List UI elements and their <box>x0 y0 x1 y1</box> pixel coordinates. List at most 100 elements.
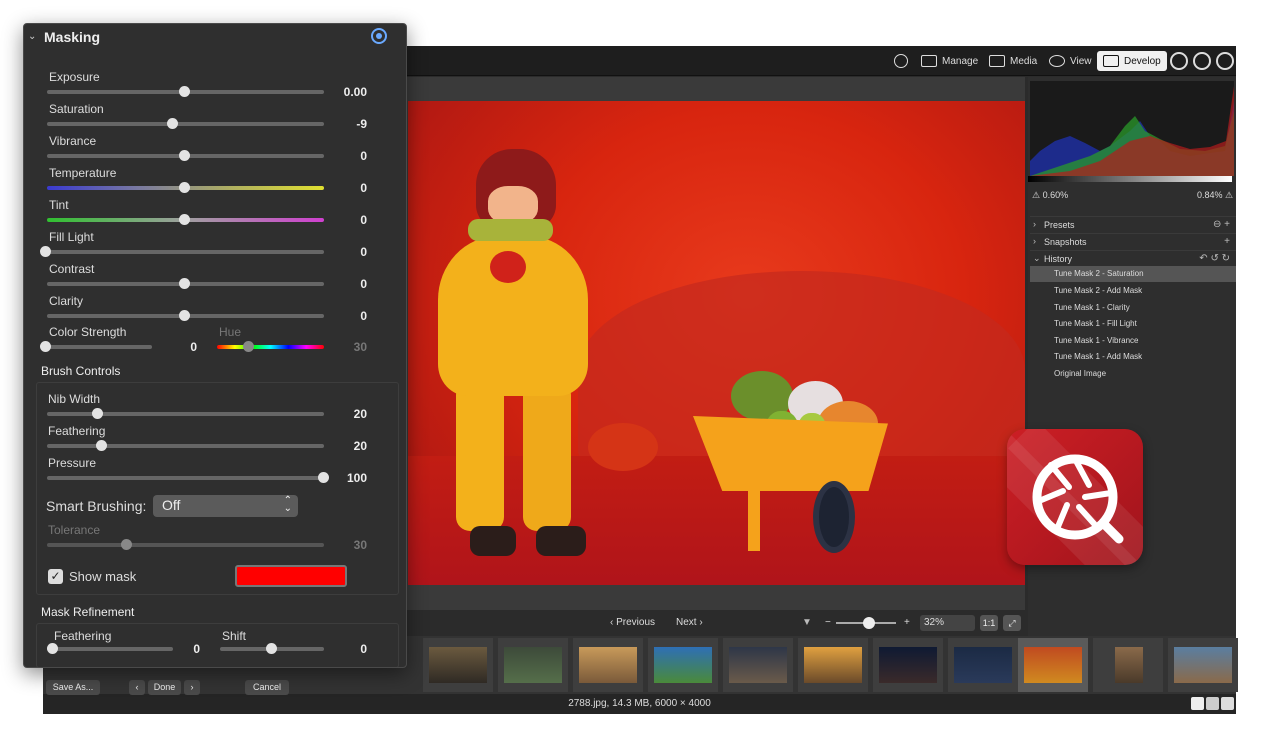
color-strength-knob[interactable] <box>40 341 51 352</box>
reject-flag-icon[interactable] <box>1191 697 1204 710</box>
done-button[interactable]: Done <box>148 680 181 695</box>
zoom-in-icon[interactable]: + <box>904 617 910 628</box>
section-history[interactable]: ⌄ History ↶ ↺ ↻ <box>1030 250 1236 266</box>
zoom-slider-knob[interactable] <box>863 617 875 629</box>
mode-develop-button[interactable]: Develop <box>1097 51 1167 71</box>
save-as-button[interactable]: Save As... <box>46 680 100 695</box>
filmstrip-thumbnail[interactable] <box>948 638 1018 692</box>
smart-brushing-select[interactable]: Off ⌃ ⌄ <box>153 495 298 517</box>
filmstrip-thumbnail[interactable] <box>423 638 493 692</box>
vibrance-knob[interactable] <box>179 150 190 161</box>
cloud-icon[interactable] <box>1193 52 1211 70</box>
tint-knob[interactable] <box>179 214 190 225</box>
privacy-eye-icon[interactable] <box>1216 52 1234 70</box>
temperature-value[interactable]: 0 <box>327 181 367 195</box>
hue-knob[interactable] <box>243 341 254 352</box>
tint-value[interactable]: 0 <box>327 213 367 227</box>
add-snapshot-icon[interactable]: + <box>1224 236 1230 247</box>
history-item[interactable]: Tune Mask 2 - Saturation <box>1030 266 1236 282</box>
color-strength-label: Color Strength <box>49 325 127 339</box>
preset-options-icon[interactable]: ⊖ + <box>1213 219 1230 230</box>
filmstrip-thumbnail-selected[interactable] <box>1018 638 1088 692</box>
highlight-clip-indicator[interactable]: 0.84% ⚠ <box>1197 190 1233 201</box>
pressure-value[interactable]: 100 <box>327 471 367 485</box>
user-status-icon[interactable] <box>894 54 908 68</box>
hue-slider[interactable] <box>217 345 324 349</box>
nib-width-knob[interactable] <box>92 408 103 419</box>
feathering-knob[interactable] <box>96 440 107 451</box>
fill-light-slider[interactable] <box>47 250 324 254</box>
filmstrip-thumbnail[interactable] <box>573 638 643 692</box>
zoom-out-icon[interactable]: − <box>825 617 831 628</box>
color-strength-slider[interactable] <box>44 345 152 349</box>
mode-manage-button[interactable]: Manage <box>915 51 984 71</box>
shadow-clip-indicator[interactable]: ⚠ 0.60% <box>1032 190 1068 201</box>
filmstrip-thumbnail[interactable] <box>648 638 718 692</box>
tolerance-value[interactable]: 30 <box>327 538 367 552</box>
fill-light-value[interactable]: 0 <box>327 245 367 259</box>
accept-check-icon[interactable] <box>1221 697 1234 710</box>
feathering-value[interactable]: 20 <box>327 439 367 453</box>
nib-width-value[interactable]: 20 <box>327 407 367 421</box>
fit-arrows-icon[interactable]: ⤢ <box>1003 615 1021 631</box>
next-button[interactable]: Next › <box>676 617 703 628</box>
saturation-slider[interactable] <box>47 122 324 126</box>
filmstrip-thumbnail[interactable] <box>1093 638 1163 692</box>
clarity-knob[interactable] <box>179 310 190 321</box>
saturation-knob[interactable] <box>167 118 178 129</box>
tolerance-slider[interactable] <box>47 543 324 547</box>
contrast-knob[interactable] <box>179 278 190 289</box>
history-item[interactable]: Tune Mask 1 - Vibrance <box>1030 333 1236 349</box>
nib-width-slider[interactable] <box>47 412 324 416</box>
undo-redo-icons[interactable]: ↶ ↺ ↻ <box>1199 253 1230 264</box>
clarity-value[interactable]: 0 <box>327 309 367 323</box>
cancel-button[interactable]: Cancel <box>245 680 289 695</box>
show-mask-checkbox[interactable]: ✓ <box>48 569 63 584</box>
hue-value[interactable]: 30 <box>327 340 367 354</box>
mode-view-button[interactable]: View <box>1043 51 1098 71</box>
previous-button[interactable]: ‹ Previous <box>610 617 655 628</box>
people-icon[interactable] <box>1170 52 1188 70</box>
pressure-slider[interactable] <box>47 476 324 480</box>
temperature-knob[interactable] <box>179 182 190 193</box>
chevron-left-icon[interactable]: ‹ <box>129 680 145 695</box>
saturation-value[interactable]: -9 <box>327 117 367 131</box>
filmstrip-thumbnail[interactable] <box>873 638 943 692</box>
exposure-value[interactable]: 0.00 <box>327 85 367 99</box>
fill-light-knob[interactable] <box>40 246 51 257</box>
history-item[interactable]: Tune Mask 1 - Fill Light <box>1030 316 1236 332</box>
mask-enable-radio[interactable] <box>371 28 387 44</box>
filmstrip-thumbnail[interactable] <box>498 638 568 692</box>
triangle-down-icon[interactable]: ▼ <box>802 617 812 628</box>
color-strength-value[interactable]: 0 <box>157 340 197 354</box>
mode-media-button[interactable]: Media <box>983 51 1043 71</box>
section-presets[interactable]: › Presets ⊖ + <box>1030 216 1236 232</box>
tolerance-knob[interactable] <box>121 539 132 550</box>
mask-color-swatch[interactable] <box>235 565 347 587</box>
contrast-value[interactable]: 0 <box>327 277 367 291</box>
refine-feathering-slider[interactable] <box>47 647 173 651</box>
shift-knob[interactable] <box>266 643 277 654</box>
history-item[interactable]: Tune Mask 1 - Add Mask <box>1030 349 1236 365</box>
section-snapshots[interactable]: › Snapshots + <box>1030 233 1236 249</box>
history-item[interactable]: Tune Mask 1 - Clarity <box>1030 300 1236 316</box>
shift-value[interactable]: 0 <box>327 642 367 656</box>
clear-flag-icon[interactable] <box>1206 697 1219 710</box>
chevron-right-icon[interactable]: › <box>184 680 200 695</box>
refine-feathering-value[interactable]: 0 <box>160 642 200 656</box>
filmstrip-thumbnail[interactable] <box>723 638 793 692</box>
zoom-level-select[interactable]: 32% <box>920 615 975 631</box>
refine-feathering-knob[interactable] <box>47 643 58 654</box>
history-item[interactable]: Tune Mask 2 - Add Mask <box>1030 283 1236 299</box>
chevron-down-icon[interactable]: ⌄ <box>28 31 36 42</box>
photo-with-mask-overlay[interactable] <box>408 101 1025 585</box>
history-item[interactable]: Original Image <box>1030 366 1236 382</box>
shadow-clip-value: 0.60% <box>1042 190 1069 200</box>
exposure-knob[interactable] <box>179 86 190 97</box>
vibrance-value[interactable]: 0 <box>327 149 367 163</box>
child-scarf <box>468 219 553 241</box>
filmstrip-thumbnail[interactable] <box>1168 638 1238 692</box>
one-to-one-button[interactable]: 1:1 <box>980 615 998 631</box>
feathering-slider[interactable] <box>47 444 324 448</box>
filmstrip-thumbnail[interactable] <box>798 638 868 692</box>
